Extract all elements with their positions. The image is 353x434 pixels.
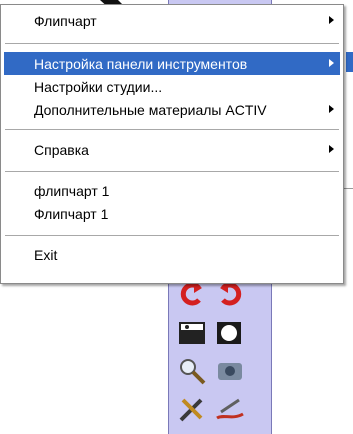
submenu-arrow-icon <box>329 145 334 153</box>
pen-icon[interactable] <box>213 394 247 424</box>
menu-item-exit[interactable]: Exit <box>4 243 340 266</box>
menu-item-studio-settings[interactable]: Настройки студии... <box>4 75 340 98</box>
menu-separator <box>5 43 339 44</box>
menu-item-help[interactable]: Справка <box>4 138 340 161</box>
menu-item-label: Exit <box>34 246 58 263</box>
context-menu: Флипчарт Настройка панели инструментов Н… <box>0 4 344 284</box>
menu-item-recent-flipchart-2[interactable]: Флипчарт 1 <box>4 202 340 225</box>
menu-item-label: флипчарт 1 <box>34 182 110 199</box>
menu-item-recent-flipchart-1[interactable]: флипчарт 1 <box>4 179 340 202</box>
menu-item-label: Флипчарт <box>34 12 97 29</box>
menu-separator <box>5 171 339 172</box>
menu-item-label: Настройка панели инструментов <box>34 55 248 72</box>
submenu-highlight <box>346 52 353 72</box>
menu-item-label: Справка <box>34 141 89 158</box>
camera-icon[interactable] <box>175 318 209 348</box>
menu-item-label: Дополнительные материалы ACTIV <box>34 101 267 118</box>
submenu-arrow-icon <box>329 16 334 24</box>
submenu-arrow-icon <box>329 59 334 67</box>
redo-icon[interactable] <box>213 280 247 310</box>
magnifier-icon[interactable] <box>175 356 209 386</box>
tools-icon[interactable] <box>175 394 209 424</box>
spotlight-icon[interactable] <box>213 318 247 348</box>
menu-item-label: Флипчарт 1 <box>34 205 109 222</box>
undo-icon[interactable] <box>175 280 209 310</box>
screen-recorder-icon[interactable] <box>213 356 247 386</box>
menu-separator <box>5 235 339 236</box>
menu-item-label: Настройки студии... <box>34 78 163 95</box>
menu-item-toolbar-settings[interactable]: Настройка панели инструментов <box>4 52 340 75</box>
submenu-arrow-icon <box>329 105 334 113</box>
menu-item-flipchart[interactable]: Флипчарт <box>4 9 340 32</box>
menu-separator <box>5 129 339 130</box>
menu-item-activ-resources[interactable]: Дополнительные материалы ACTIV <box>4 98 340 121</box>
